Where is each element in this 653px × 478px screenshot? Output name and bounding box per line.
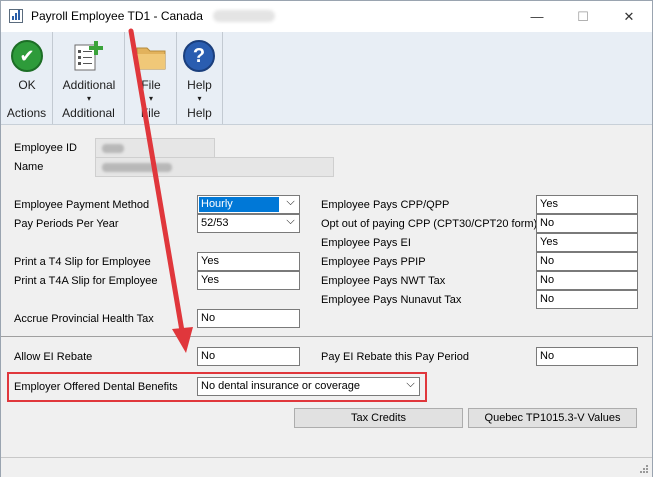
nunavut-tax-label: Employee Pays Nunavut Tax: [321, 294, 462, 306]
nwt-tax-field[interactable]: No: [536, 271, 638, 290]
pay-ei-rebate-label: Pay EI Rebate this Pay Period: [321, 351, 469, 363]
close-button[interactable]: ✕: [606, 1, 652, 32]
additional-button-label: Additional: [62, 78, 116, 92]
group-label-additional: Additional: [62, 106, 115, 120]
resize-grip-icon[interactable]: [639, 464, 649, 474]
t4-slip-field[interactable]: Yes: [197, 252, 300, 271]
tax-credits-button[interactable]: Tax Credits: [294, 408, 463, 428]
ribbon-group-additional: Additional ▾ Additional: [53, 32, 125, 124]
t4a-slip-field[interactable]: Yes: [197, 271, 300, 290]
opt-out-cpp-field[interactable]: No: [536, 214, 638, 233]
help-button[interactable]: ? Help ▾: [177, 36, 222, 103]
payment-method-label: Employee Payment Method: [14, 199, 150, 211]
chevron-down-icon: ⌵: [286, 196, 295, 208]
t4-slip-label: Print a T4 Slip for Employee: [14, 256, 151, 268]
file-dropdown-arrow-icon: ▾: [148, 94, 153, 103]
provincial-health-label: Accrue Provincial Health Tax: [14, 313, 154, 325]
annotation-highlight-box: [7, 372, 427, 402]
cpp-qpp-field[interactable]: Yes: [536, 195, 638, 214]
additional-document-icon: [74, 41, 103, 71]
help-question-icon: ?: [183, 40, 215, 72]
provincial-health-field[interactable]: No: [197, 309, 300, 328]
ppip-field[interactable]: No: [536, 252, 638, 271]
additional-button[interactable]: Additional ▾: [57, 36, 121, 103]
section-divider: [1, 336, 652, 337]
ei-rebate-label: Allow EI Rebate: [14, 351, 93, 363]
minimize-button[interactable]: —: [514, 1, 560, 32]
payment-method-value: Hourly: [199, 197, 279, 212]
group-label-actions: Actions: [6, 106, 47, 120]
additional-dropdown-arrow-icon: ▾: [86, 94, 91, 103]
file-folder-icon: [136, 47, 166, 70]
group-label-help: Help: [187, 106, 212, 120]
quebec-values-button[interactable]: Quebec TP1015.3-V Values: [468, 408, 637, 428]
pay-ei-rebate-field[interactable]: No: [536, 347, 638, 366]
ei-field[interactable]: Yes: [536, 233, 638, 252]
ok-button-label: OK: [18, 78, 36, 92]
file-button[interactable]: File ▾: [127, 36, 175, 103]
payment-method-select[interactable]: Hourly ⌵: [197, 195, 300, 214]
app-chart-icon: [9, 9, 23, 23]
employee-name-field[interactable]: [95, 157, 334, 177]
chevron-down-icon: ⌵: [286, 215, 295, 227]
ppip-label: Employee Pays PPIP: [321, 256, 426, 268]
blurred-title-suffix: [213, 10, 275, 22]
help-button-label: Help: [187, 78, 212, 92]
ribbon-group-actions: ✔ OK Actions: [1, 32, 53, 124]
cpp-qpp-label: Employee Pays CPP/QPP: [321, 199, 450, 211]
employee-name-label: Name: [14, 161, 44, 173]
pay-periods-label: Pay Periods Per Year: [14, 218, 119, 230]
help-dropdown-arrow-icon: ▾: [197, 94, 202, 103]
payroll-td1-window: Payroll Employee TD1 - Canada — ☐ ✕ ✔ OK…: [0, 0, 653, 477]
maximize-button[interactable]: ☐: [560, 1, 606, 32]
employee-id-label: Employee ID: [14, 142, 77, 154]
ei-label: Employee Pays EI: [321, 237, 411, 249]
ribbon-group-file: File ▾ File: [125, 32, 177, 124]
ei-rebate-field[interactable]: No: [197, 347, 300, 366]
pay-periods-value: 52/53: [201, 217, 229, 229]
file-button-label: File: [141, 78, 161, 92]
pay-periods-select[interactable]: 52/53 ⌵: [197, 214, 300, 233]
nwt-tax-label: Employee Pays NWT Tax: [321, 275, 446, 287]
t4a-slip-label: Print a T4A Slip for Employee: [14, 275, 158, 287]
ribbon-group-help: ? Help ▾ Help: [177, 32, 223, 124]
ok-check-icon: ✔: [11, 40, 43, 72]
status-bar: [1, 457, 652, 477]
opt-out-cpp-label: Opt out of paying CPP (CPT30/CPT20 form): [321, 218, 538, 230]
ok-button[interactable]: ✔ OK: [3, 36, 51, 102]
nunavut-tax-field[interactable]: No: [536, 290, 638, 309]
window-title: Payroll Employee TD1 - Canada: [31, 9, 203, 23]
title-bar: Payroll Employee TD1 - Canada — ☐ ✕: [1, 1, 652, 32]
employee-id-field[interactable]: [95, 138, 215, 158]
group-label-file: File: [140, 106, 161, 120]
ribbon-toolbar: ✔ OK Actions Additional ▾ Additional Fil…: [1, 32, 652, 125]
